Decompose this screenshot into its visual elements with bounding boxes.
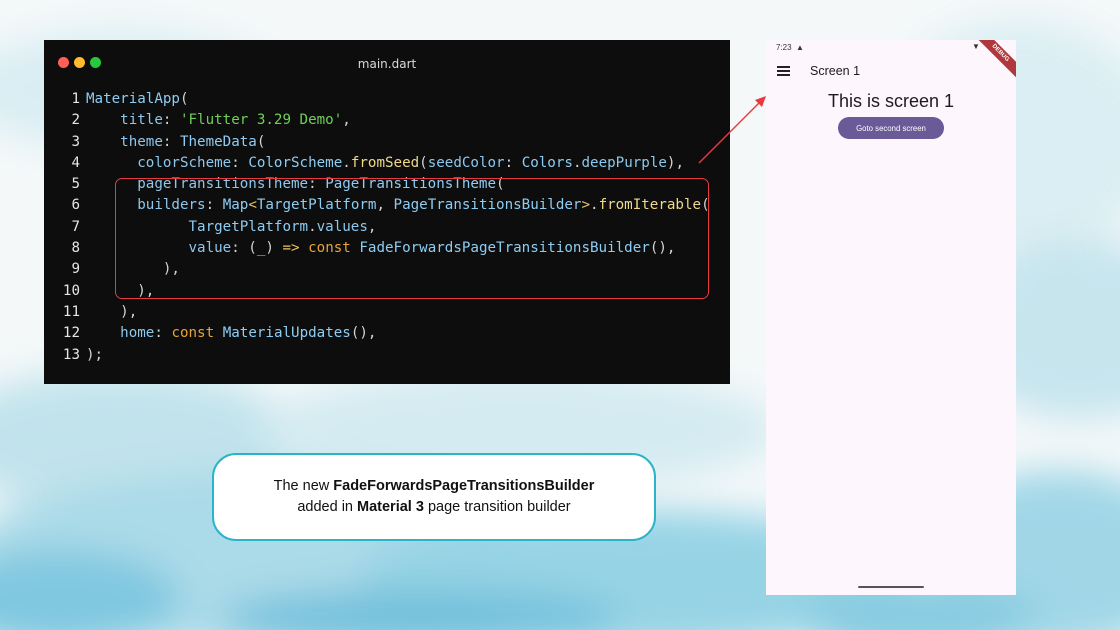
code-token: ),: [666, 154, 684, 171]
code-token: :: [154, 325, 172, 342]
code-token: (: [419, 154, 428, 171]
wifi-icon: ▼: [972, 42, 980, 51]
code-token: deepPurple: [581, 154, 667, 171]
code-token: .: [342, 154, 351, 171]
code-token: title: [86, 112, 163, 129]
code-token: MaterialUpdates: [222, 325, 351, 342]
code-token: home: [86, 325, 155, 342]
caption-highlight-material: Material 3: [357, 499, 424, 515]
highlight-box: [115, 178, 709, 299]
code-token: );: [86, 346, 104, 363]
file-name: main.dart: [357, 57, 417, 71]
code-token: Colors: [521, 154, 573, 171]
caption-highlight-class: FadeForwardsPageTransitionsBuilder: [333, 478, 595, 494]
code-token: fromSeed: [350, 154, 420, 171]
code-token: :: [231, 154, 249, 171]
code-line: 3 theme: ThemeData(: [58, 132, 710, 153]
goto-second-screen-button[interactable]: Goto second screen: [838, 117, 944, 139]
code-token: colorScheme: [86, 154, 232, 171]
code-token: ColorScheme: [248, 154, 343, 171]
line-number: 7: [71, 218, 80, 235]
line-number: 9: [71, 261, 80, 278]
code-line: 12 home: const MaterialUpdates(),: [58, 323, 710, 344]
line-number: 2: [71, 112, 80, 129]
line-number: 8: [71, 240, 80, 257]
code-token: :: [162, 133, 180, 150]
code-token: (),: [350, 325, 377, 342]
code-token: :: [162, 112, 180, 129]
warning-icon: ▲: [796, 43, 804, 52]
code-token: (: [256, 133, 266, 150]
line-number: 10: [62, 282, 80, 299]
code-token: ),: [86, 303, 138, 320]
screen-heading: This is screen 1: [827, 91, 955, 111]
line-number: 3: [71, 133, 80, 150]
menu-icon[interactable]: [777, 66, 790, 76]
gesture-nav-handle[interactable]: [858, 586, 924, 588]
code-line: 4 colorScheme: ColorScheme.fromSeed(seed…: [58, 153, 710, 174]
code-line: 1 MaterialApp(: [58, 89, 710, 110]
line-number: 6: [71, 197, 80, 214]
line-number: 5: [71, 176, 80, 193]
status-time: 7:23: [776, 43, 792, 52]
line-number: 4: [71, 154, 80, 171]
code-line: 13);: [58, 345, 710, 366]
code-token: ThemeData: [179, 133, 257, 150]
caption-line-1: The new FadeForwardsPageTransitionsBuild…: [273, 478, 595, 494]
code-line: 11 ),: [58, 302, 710, 323]
code-token: MaterialApp: [86, 91, 180, 107]
phone-screen: 7:23 ▲ ▼ DEBUG Screen 1 This is screen 1…: [766, 40, 1016, 595]
code-line: 2 title: 'Flutter 3.29 Demo',: [58, 110, 710, 131]
line-number: 1: [71, 91, 80, 107]
line-number: 11: [62, 303, 80, 320]
code-token: theme: [86, 133, 163, 150]
line-number: 13: [62, 346, 80, 363]
code-token: const: [171, 325, 215, 342]
appbar-title: Screen 1: [810, 64, 861, 78]
code-token: ,: [342, 112, 351, 129]
code-token: seedColor: [427, 154, 505, 171]
line-number: 12: [62, 325, 80, 342]
code-token: 'Flutter 3.29 Demo': [179, 112, 343, 129]
code-token: :: [504, 154, 522, 171]
code-window: main.dart 1 MaterialApp(2 title: 'Flutter…: [44, 40, 730, 384]
code-token: (: [179, 91, 189, 107]
caption-line-2: added in Material 3 page transition buil…: [297, 499, 571, 515]
caption-callout: The new FadeForwardsPageTransitionsBuild…: [212, 453, 656, 541]
